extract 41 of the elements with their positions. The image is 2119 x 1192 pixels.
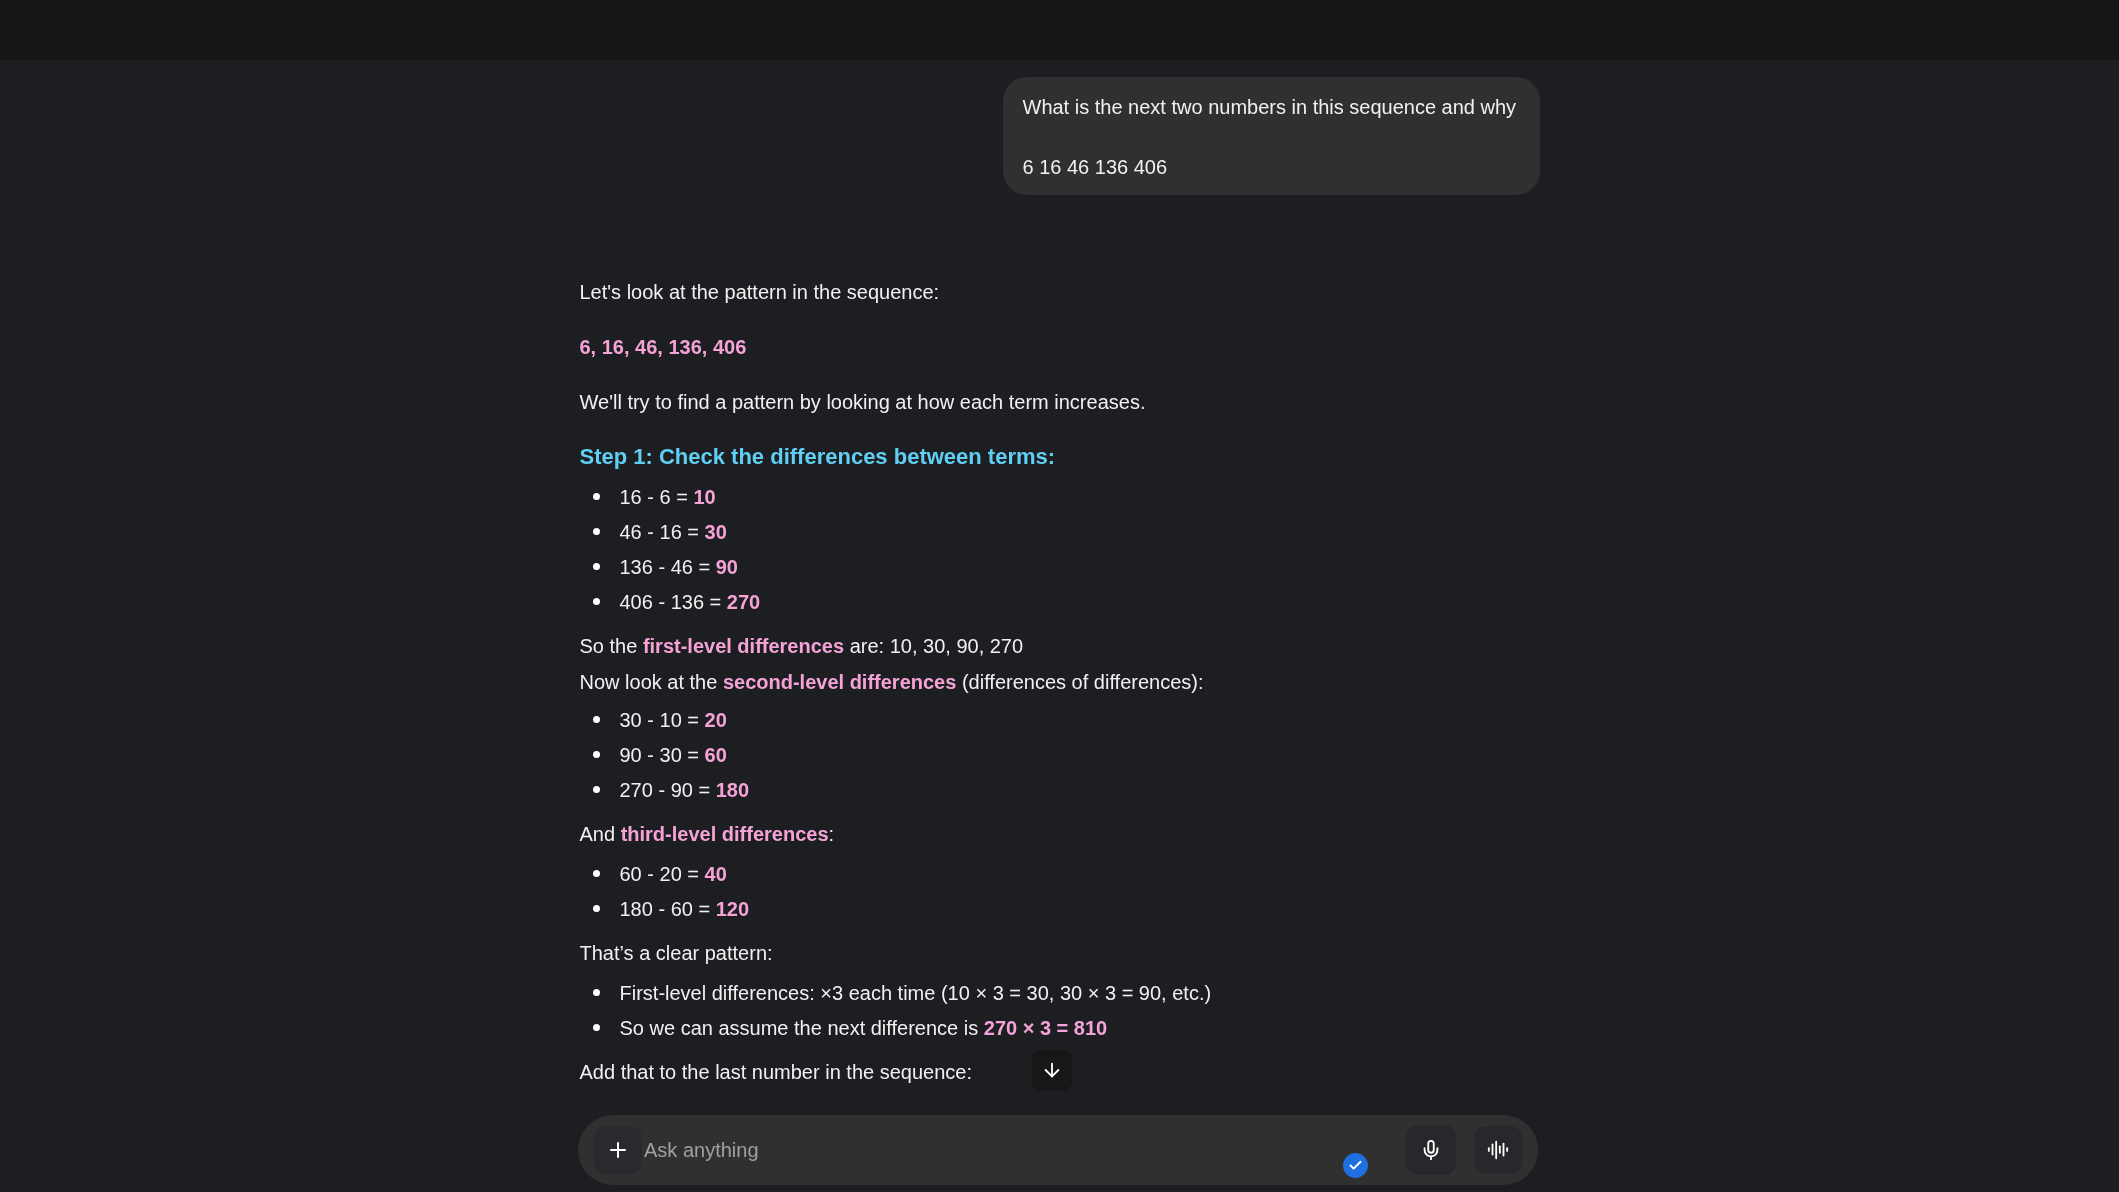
list-item-text: 136 - 46 = 90 [619, 554, 738, 580]
list-item-text: 270 - 90 = 180 [619, 777, 750, 803]
check-badge-icon [1343, 1152, 1368, 1178]
bullet-icon [592, 1024, 600, 1031]
audio-wave-icon [1487, 1139, 1509, 1161]
bullet-icon [592, 905, 600, 912]
step-heading: Step 1: Check the differences between terms: [579, 443, 1057, 471]
list-item-text: 16 - 6 = 10 [619, 484, 716, 510]
list-item-text: 30 - 10 = 20 [619, 707, 727, 733]
list-item-text: 406 - 136 = 270 [619, 589, 761, 615]
response-paragraph: 6, 16, 46, 136, 406 [579, 335, 747, 360]
bullet-icon [592, 786, 600, 793]
message-input-field[interactable]: Ask anything [578, 1115, 1538, 1185]
bullet-icon [592, 989, 600, 996]
response-paragraph: And third-level differences: [579, 822, 835, 847]
bullet-icon [592, 528, 600, 535]
user-message-text: 6 16 46 136 406 [1022, 155, 1169, 180]
list-item-text: So we can assume the next difference is 270 × 3 = 810 [619, 1015, 1108, 1041]
bullet-icon [592, 493, 600, 500]
response-paragraph: So the first-level differences are: 10, 30, 90, 270 [579, 634, 1025, 659]
user-message-text: What is the next two numbers in this sequence and why [1022, 95, 1518, 120]
add-button[interactable] [594, 1126, 642, 1174]
response-paragraph: Let's look at the pattern in the sequence: [579, 280, 940, 305]
bullet-icon [592, 563, 600, 570]
microphone-button[interactable] [1406, 1125, 1456, 1175]
scroll-down-button[interactable] [1032, 1050, 1072, 1090]
list-item-text: 180 - 60 = 120 [619, 896, 750, 922]
list-item-text: 90 - 30 = 60 [619, 742, 727, 768]
list-item-text: 46 - 16 = 30 [619, 519, 727, 545]
message-input[interactable]: Ask anything [644, 1136, 1343, 1164]
list-item-text: 60 - 20 = 40 [619, 861, 727, 887]
response-paragraph: Now look at the second-level differences (differences of differences): [579, 670, 1205, 695]
voice-mode-button[interactable] [1474, 1126, 1522, 1174]
list-item-text: First-level differences: ×3 each time (10 × 3 = 30, 30 × 3 = 90, etc.) [619, 980, 1212, 1006]
bullet-icon [592, 716, 600, 723]
bullet-icon [592, 870, 600, 877]
bullet-icon [592, 751, 600, 758]
response-paragraph: That’s a clear pattern: [579, 941, 773, 966]
bullet-icon [592, 598, 600, 605]
response-paragraph: Add that to the last number in the sequence: [579, 1060, 972, 1085]
response-paragraph: We'll try to find a pattern by looking at how each term increases. [579, 390, 1146, 415]
